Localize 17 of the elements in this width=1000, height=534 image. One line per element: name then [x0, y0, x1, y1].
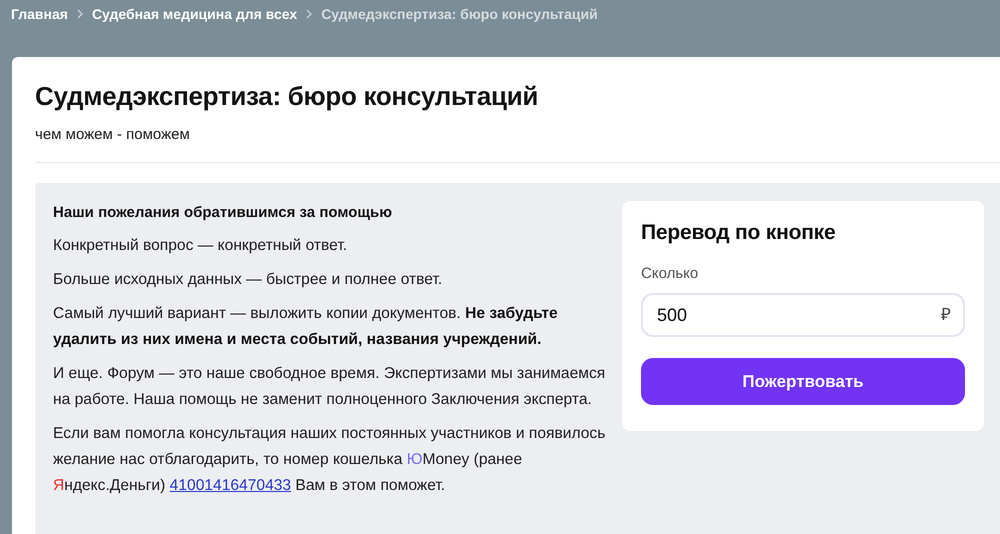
- amount-label: Сколько: [641, 265, 700, 282]
- notice-paragraph: Самый лучший вариант — выложить копии документов. Не забудьте удалить из них имена и места событий, названия учреждений.: [53, 304, 559, 350]
- notice-paragraph: Если вам помогла консультация наших постоянных участников и появилось желание нас отблагодарить, то номер кошелька ЮMoney (ранее Яндекс.Деньги) 41001416470433 Вам в этом поможет.: [53, 424, 606, 496]
- notice-paragraph: Больше исходных данных — быстрее и полнее ответ.: [53, 270, 444, 290]
- breadcrumb-link[interactable]: Судебная медицина для всех: [92, 6, 298, 22]
- page-title: Судмедэкспертиза: бюро консультаций: [35, 81, 540, 112]
- page-subtitle: чем можем - поможем: [35, 126, 191, 143]
- wallet-link[interactable]: 41001416470433: [170, 477, 292, 494]
- currency-sign: ₽: [941, 305, 951, 325]
- breadcrumb-link[interactable]: Главная: [11, 6, 68, 22]
- chevron-icon: [76, 9, 84, 19]
- widget-title: Перевод по кнопке: [641, 221, 836, 245]
- notice-heading: Наши пожелания обратившимся за помощью: [53, 203, 394, 223]
- notice-paragraph: Конкретный вопрос — конкретный ответ.: [53, 236, 348, 256]
- donate-button[interactable]: Пожертвовать: [641, 358, 965, 405]
- chevron-icon: [305, 9, 314, 19]
- notice-paragraph: И еще. Форум — это наше свободное время. Экспертизами мы занимаемся на работе. Наша помощь не заменит полноценного Заключения эксперта.: [53, 364, 606, 410]
